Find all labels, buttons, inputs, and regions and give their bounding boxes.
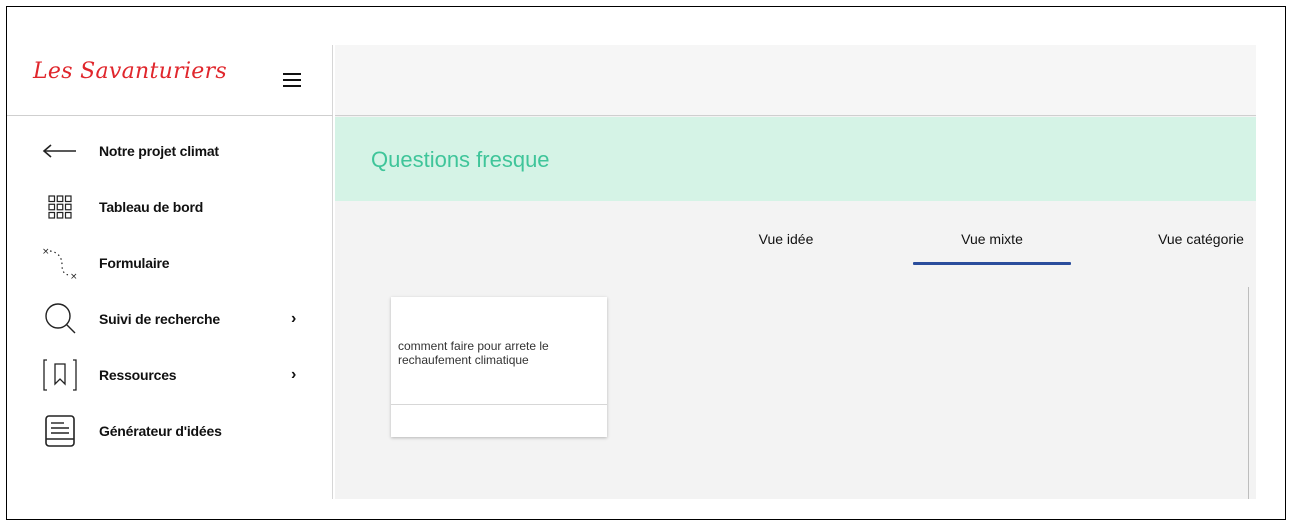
tab-vue-categorie[interactable]: Vue catégorie (1141, 231, 1261, 267)
view-tabs: Vue idée Vue mixte Vue catégorie (335, 215, 1256, 267)
sidebar-item-label: Tableau de bord (99, 199, 204, 215)
hamburger-menu-icon[interactable] (283, 73, 301, 87)
sidebar-item-label: Suivi de recherche (99, 311, 220, 327)
card-divider (391, 404, 607, 405)
brand-row: Les Savanturiers (7, 45, 333, 116)
bookmark-icon (41, 357, 79, 393)
svg-text:×: × (42, 247, 50, 257)
content-divider (1248, 287, 1249, 499)
sidebar-item-tableau-de-bord[interactable]: Tableau de bord (7, 179, 333, 235)
sidebar-item-ressources[interactable]: Ressources › (7, 347, 333, 403)
sidebar-item-notre-projet-climat[interactable]: Notre projet climat (7, 123, 333, 179)
tab-vue-mixte[interactable]: Vue mixte (913, 231, 1071, 267)
chevron-right-icon[interactable]: › (291, 366, 296, 384)
arrow-left-icon (41, 133, 79, 169)
sidebar-item-label: Ressources (99, 367, 177, 383)
top-bar (335, 45, 1256, 116)
path-icon: × × (41, 245, 79, 281)
question-card[interactable]: comment faire pour arrete le rechaufemen… (391, 297, 607, 437)
sidebar-item-label: Générateur d'idées (99, 423, 222, 439)
sidebar-item-formulaire[interactable]: × × Formulaire (7, 235, 333, 291)
document-icon (41, 413, 79, 449)
sidebar-item-suivi-de-recherche[interactable]: Suivi de recherche › (7, 291, 333, 347)
tab-vue-idee[interactable]: Vue idée (751, 231, 821, 267)
sidebar-nav: Notre projet climat Tableau de bord × × … (7, 123, 333, 459)
chevron-right-icon[interactable]: › (291, 310, 296, 328)
app-window: Les Savanturiers Notre projet climat Tab… (6, 6, 1286, 520)
page-banner: Questions fresque (335, 117, 1256, 201)
sidebar-item-generateur-idees[interactable]: Générateur d'idées (7, 403, 333, 459)
sidebar: Les Savanturiers Notre projet climat Tab… (7, 45, 333, 499)
svg-text:×: × (70, 272, 78, 281)
logo[interactable]: Les Savanturiers (33, 59, 227, 84)
page-title: Questions fresque (371, 147, 550, 172)
search-icon (41, 301, 79, 337)
main-content: Questions fresque Vue idée Vue mixte Vue… (335, 45, 1256, 499)
sidebar-item-label: Formulaire (99, 255, 170, 271)
sidebar-item-label: Notre projet climat (99, 143, 219, 159)
question-text: comment faire pour arrete le rechaufemen… (398, 339, 549, 367)
grid-icon (41, 189, 79, 225)
